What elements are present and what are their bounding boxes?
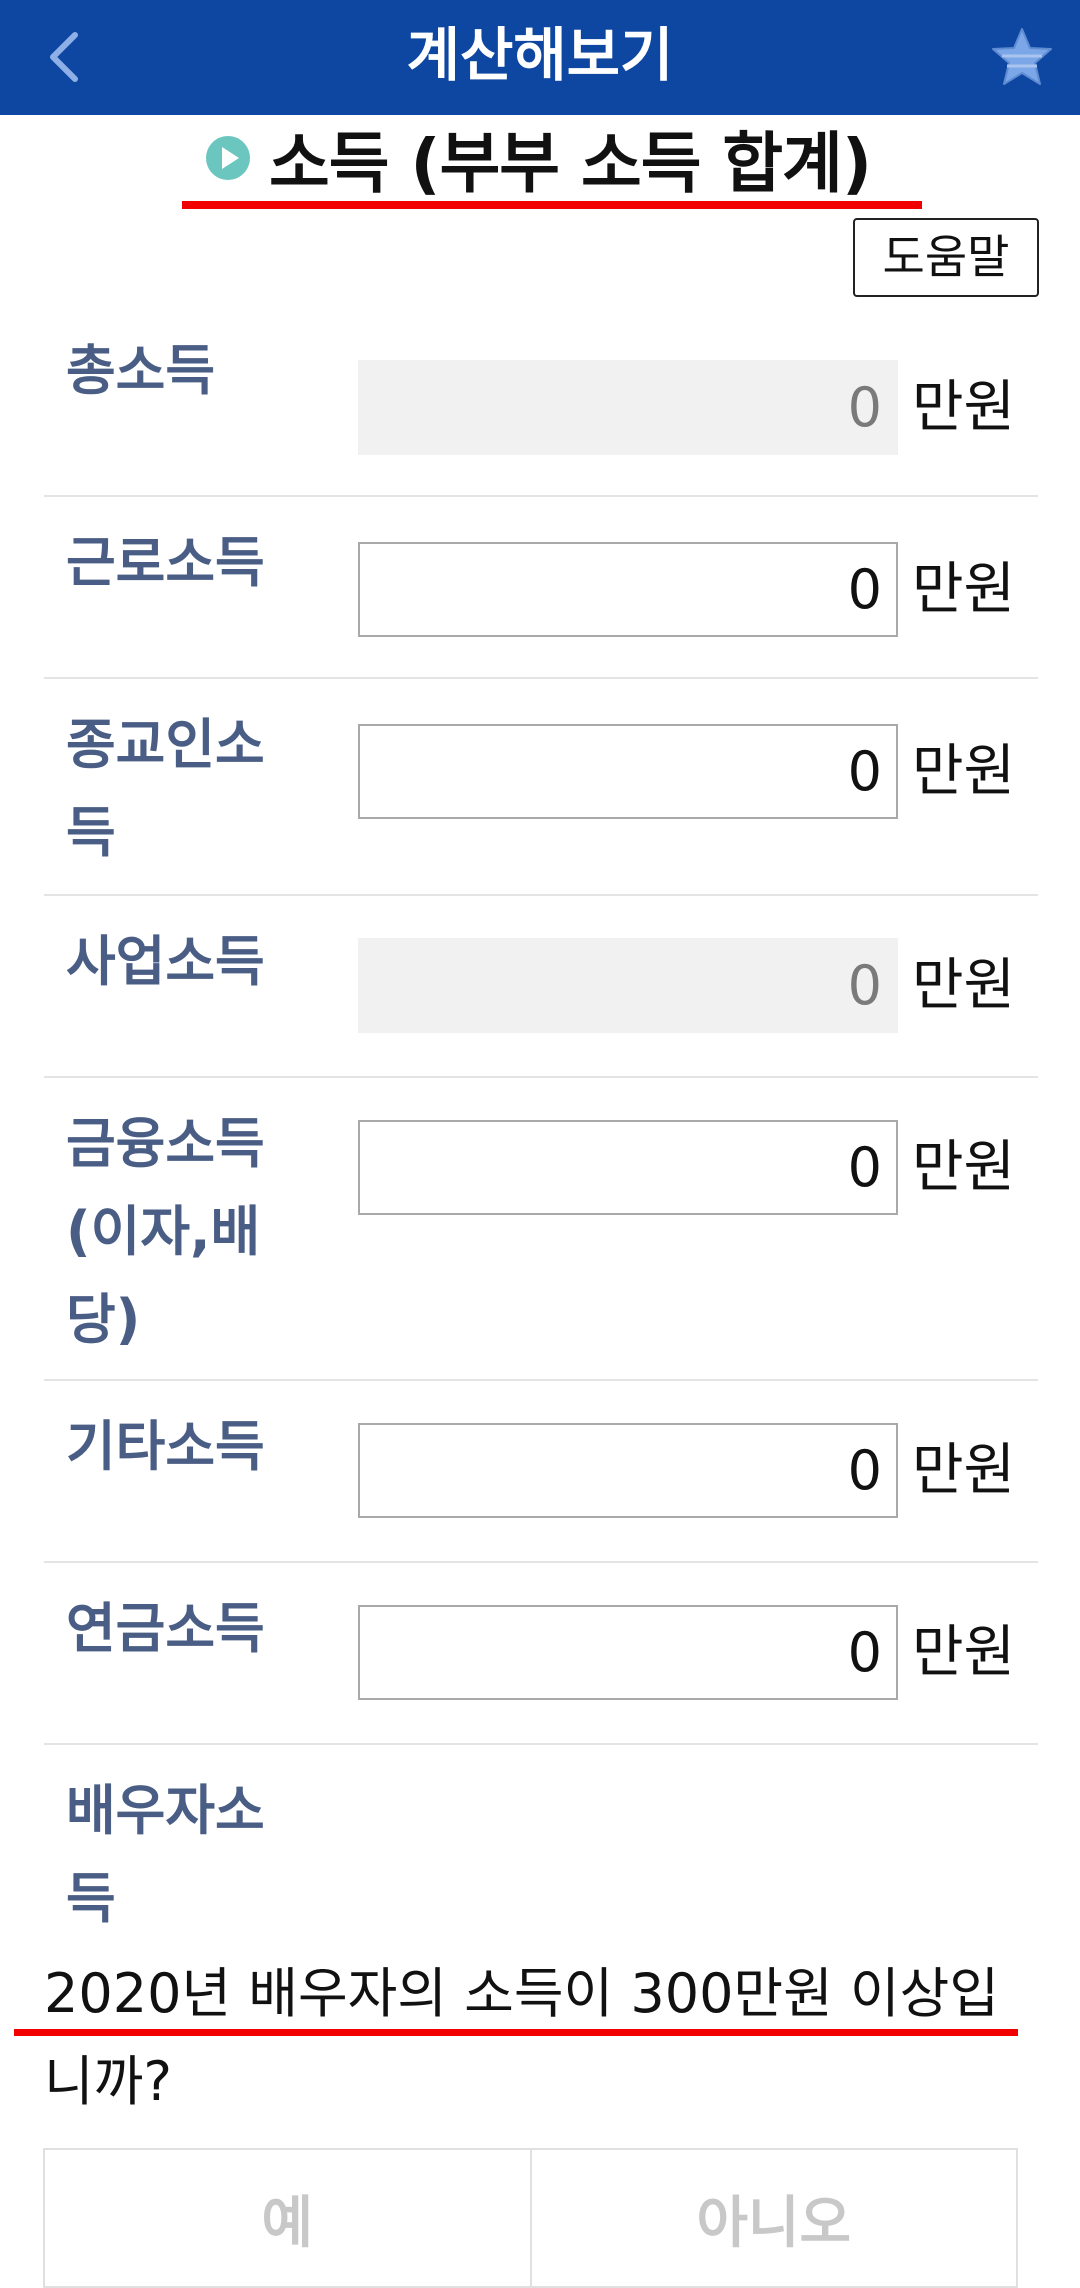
income-row-business: 사업소득 0 만원 [44, 896, 1038, 1078]
income-row-other: 기타소득 0 만원 [44, 1381, 1038, 1563]
top-app-bar: 계산해보기 [0, 0, 1080, 115]
pension-income-input[interactable]: 0 [358, 1605, 898, 1700]
income-row-total: 총소득 0 만원 [44, 305, 1038, 497]
no-button[interactable]: 아니오 [529, 2150, 1017, 2286]
star-icon [992, 28, 1052, 85]
yes-button[interactable]: 예 [45, 2150, 530, 2286]
financial-income-input[interactable]: 0 [358, 1120, 898, 1215]
unit-label: 만원 [912, 557, 1016, 622]
income-row-financial: 금융소득(이자,배당) 0 만원 [44, 1078, 1038, 1381]
unit-label: 만원 [912, 375, 1016, 440]
back-button[interactable] [30, 22, 100, 92]
income-row-pension: 연금소득 0 만원 [44, 1563, 1038, 1745]
other-income-input[interactable]: 0 [358, 1423, 898, 1518]
spouse-income-section: 배우자소득 [44, 1745, 1038, 1945]
earned-income-input[interactable]: 0 [358, 542, 898, 637]
spouse-income-question: 2020년 배우자의 소득이 300만원 이상입니까? [44, 1962, 999, 2113]
unit-label: 만원 [912, 1438, 1016, 1503]
religious-income-input[interactable]: 0 [358, 724, 898, 819]
row-label: 종교인소득 [66, 713, 265, 864]
row-label: 금융소득(이자,배당) [66, 1112, 265, 1351]
chevron-left-icon [50, 32, 78, 82]
unit-label: 만원 [912, 1135, 1016, 1200]
unit-label: 만원 [912, 739, 1016, 804]
section-title-text: 소득 (부부 소득 합계) [269, 125, 872, 202]
app-title: 계산해보기 [406, 21, 674, 89]
section-title: 소득 (부부 소득 합계) [205, 108, 872, 208]
title-underline [182, 201, 922, 209]
row-label: 총소득 [66, 339, 216, 402]
row-label: 근로소득 [66, 531, 265, 594]
income-row-religious: 종교인소득 0 만원 [44, 679, 1038, 896]
spouse-income-label: 배우자소득 [66, 1779, 265, 1930]
total-income-field: 0 [358, 360, 898, 455]
income-row-earned: 근로소득 0 만원 [44, 497, 1038, 679]
unit-label: 만원 [912, 1620, 1016, 1685]
row-label: 기타소득 [66, 1415, 265, 1478]
answer-button-group: 예 아니오 [43, 2148, 1018, 2288]
help-button[interactable]: 도움말 [853, 218, 1039, 297]
row-label: 사업소득 [66, 930, 265, 993]
business-income-field: 0 [358, 938, 898, 1033]
row-label: 연금소득 [66, 1597, 265, 1660]
question-underline [14, 2029, 1018, 2036]
play-circle-icon [206, 136, 250, 180]
unit-label: 만원 [912, 953, 1016, 1018]
favorite-button[interactable] [985, 20, 1059, 94]
